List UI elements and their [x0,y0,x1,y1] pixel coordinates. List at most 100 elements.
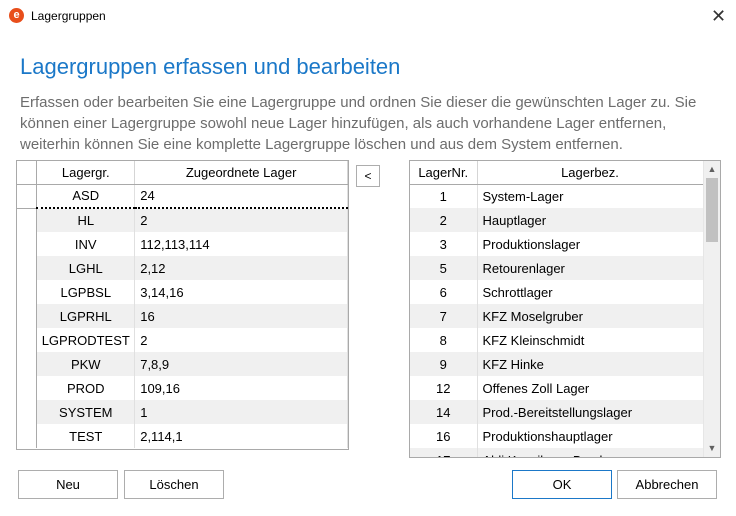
table-row[interactable]: HL 2 [17,208,348,232]
delete-button[interactable]: Löschen [124,470,224,499]
cell-lagernr[interactable]: 8 [410,328,478,352]
cell-lagerbez[interactable]: Produktionshauptlager [477,424,704,448]
cell-lagerbez[interactable]: Produktionslager [477,232,704,256]
table-row[interactable]: 2 Hauptlager [410,208,704,232]
table-row[interactable]: LGPRODTEST 2 [17,328,348,352]
cell-lagergruppe[interactable]: PROD [36,376,136,400]
table-row[interactable]: ASD 24 [17,184,348,209]
cell-lagergruppe[interactable]: LGPBSL [36,280,136,304]
table-row[interactable]: 16 Produktionshauptlager [410,424,704,448]
close-button[interactable]: ✕ [701,0,736,32]
cell-lagerbez[interactable]: Retourenlager [477,256,704,280]
cell-lagerbez[interactable]: Offenes Zoll Lager [477,376,704,400]
cell-lagernr[interactable]: 7 [410,304,478,328]
vertical-scrollbar[interactable]: ▲ ▼ [703,161,720,457]
assign-lager-button[interactable]: < [356,165,380,187]
cell-lagergruppe[interactable]: LGHL [36,256,136,280]
table-row[interactable]: 14 Prod.-Bereitstellungslager [410,400,704,424]
table-row[interactable]: 5 Retourenlager [410,256,704,280]
cell-lagerbez[interactable]: Aldi Konsilager Bamberg [477,448,704,457]
column-header-lagergr[interactable]: Lagergr. [36,161,136,185]
lager-grid[interactable]: LagerNr. Lagerbez. 1 System-Lager 2 Hauptla… [409,160,721,458]
row-header[interactable] [17,424,38,448]
column-header-lagerbez[interactable]: Lagerbez. [477,161,704,185]
table-row[interactable]: PROD 109,16 [17,376,348,400]
cell-lagergruppe[interactable]: LGPRODTEST [36,328,136,352]
row-header[interactable] [17,256,38,280]
table-row[interactable]: PKW 7,8,9 [17,352,348,376]
table-row[interactable]: LGPBSL 3,14,16 [17,280,348,304]
scroll-down-arrow-icon[interactable]: ▼ [704,440,720,457]
new-button[interactable]: Neu [18,470,118,499]
ok-button[interactable]: OK [512,470,612,499]
cell-zugeordnete-lager[interactable]: 112,113,114 [134,232,348,256]
cell-zugeordnete-lager[interactable]: 1 [134,400,348,424]
row-header[interactable] [17,184,38,209]
table-row[interactable]: 8 KFZ Kleinschmidt [410,328,704,352]
row-header[interactable] [17,376,38,400]
cell-lagergruppe[interactable]: LGPRHL [36,304,136,328]
grid-header-row: LagerNr. Lagerbez. [410,161,704,185]
cell-zugeordnete-lager[interactable]: 24 [134,184,348,209]
cell-zugeordnete-lager[interactable]: 2,114,1 [134,424,348,448]
cell-zugeordnete-lager[interactable]: 3,14,16 [134,280,348,304]
column-header-lagernr[interactable]: LagerNr. [410,161,478,185]
table-row[interactable]: LGHL 2,12 [17,256,348,280]
cell-zugeordnete-lager[interactable]: 2,12 [134,256,348,280]
cell-lagernr[interactable]: 14 [410,400,478,424]
cell-lagerbez[interactable]: KFZ Kleinschmidt [477,328,704,352]
cell-lagerbez[interactable]: System-Lager [477,184,704,208]
table-row[interactable]: 6 Schrottlager [410,280,704,304]
scroll-up-arrow-icon[interactable]: ▲ [704,161,720,178]
column-header-zugeordnete-lager[interactable]: Zugeordnete Lager [134,161,348,185]
cell-lagernr[interactable]: 9 [410,352,478,376]
row-header[interactable] [17,208,38,232]
row-header[interactable] [17,352,38,376]
table-row[interactable]: 9 KFZ Hinke [410,352,704,376]
cell-lagernr[interactable]: 1 [410,184,478,208]
page-description: Erfassen oder bearbeiten Sie eine Lagerg… [20,94,697,153]
scroll-thumb[interactable] [706,178,718,242]
table-row[interactable]: 1 System-Lager [410,184,704,208]
cell-lagerbez[interactable]: KFZ Hinke [477,352,704,376]
cell-lagergruppe[interactable]: HL [36,208,136,232]
table-row[interactable]: SYSTEM 1 [17,400,348,424]
row-header[interactable] [17,400,38,424]
cell-lagernr[interactable]: 3 [410,232,478,256]
cell-lagernr[interactable]: 6 [410,280,478,304]
cell-zugeordnete-lager[interactable]: 2 [134,208,348,232]
row-header[interactable] [17,304,38,328]
cell-lagernr[interactable]: 5 [410,256,478,280]
cell-lagergruppe[interactable]: SYSTEM [36,400,136,424]
cell-lagergruppe[interactable]: ASD [36,184,136,209]
cell-lagergruppe[interactable]: PKW [36,352,136,376]
cell-lagergruppe[interactable]: TEST [36,424,136,448]
cell-lagerbez[interactable]: KFZ Moselgruber [477,304,704,328]
lagergruppen-grid[interactable]: Lagergr. Zugeordnete Lager ASD 24 HL 2 INV 11… [16,160,349,450]
table-row[interactable]: 12 Offenes Zoll Lager [410,376,704,400]
cell-lagernr[interactable]: 2 [410,208,478,232]
table-row[interactable]: LGPRHL 16 [17,304,348,328]
cell-lagerbez[interactable]: Schrottlager [477,280,704,304]
cell-zugeordnete-lager[interactable]: 2 [134,328,348,352]
table-row[interactable]: TEST 2,114,1 [17,424,348,448]
cell-lagerbez[interactable]: Prod.-Bereitstellungslager [477,400,704,424]
cell-lagergruppe[interactable]: INV [36,232,136,256]
cell-lagernr[interactable]: 12 [410,376,478,400]
cell-lagernr[interactable]: 17 [410,448,478,457]
cell-lagernr[interactable]: 16 [410,424,478,448]
table-row[interactable]: INV 112,113,114 [17,232,348,256]
cell-zugeordnete-lager[interactable]: 109,16 [134,376,348,400]
window-title: Lagergruppen [31,9,106,23]
cell-lagerbez[interactable]: Hauptlager [477,208,704,232]
row-header[interactable] [17,232,38,256]
table-row[interactable]: 3 Produktionslager [410,232,704,256]
row-header[interactable] [17,280,38,304]
cancel-button[interactable]: Abbrechen [617,470,717,499]
cell-zugeordnete-lager[interactable]: 16 [134,304,348,328]
table-row[interactable]: 7 KFZ Moselgruber [410,304,704,328]
title-bar: e Lagergruppen ✕ [0,0,736,32]
cell-zugeordnete-lager[interactable]: 7,8,9 [134,352,348,376]
table-row[interactable]: 17Aldi Konsilager Bamberg [410,448,704,457]
row-header[interactable] [17,328,38,352]
